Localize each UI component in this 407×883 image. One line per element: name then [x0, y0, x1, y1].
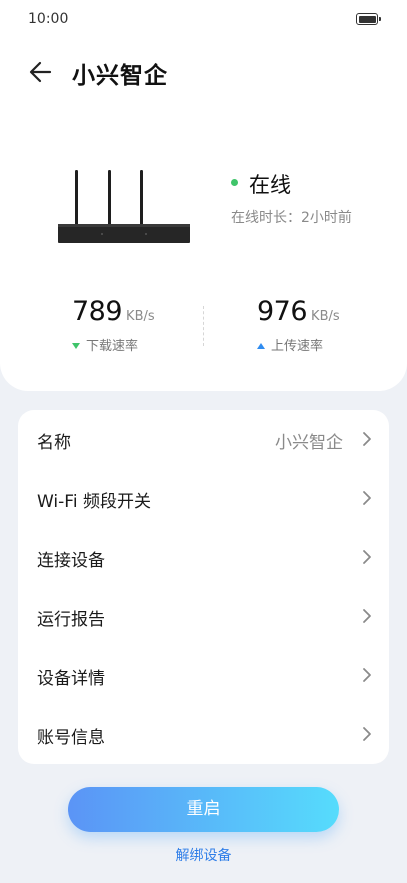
status-bar: 10:00: [0, 0, 407, 40]
menu-item-label: 名称: [37, 433, 71, 453]
router-icon: [58, 170, 190, 243]
menu-item-label: 设备详情: [37, 669, 105, 689]
menu-item-run-report[interactable]: 运行报告: [18, 587, 389, 646]
back-button[interactable]: [24, 58, 58, 86]
menu-item-label: 账号信息: [37, 728, 105, 748]
menu-item-value: 小兴智企: [275, 433, 343, 453]
arrow-left-icon: [29, 61, 52, 83]
chevron-right-icon: [363, 727, 371, 741]
download-speed-value: 789: [72, 296, 123, 327]
download-speed-label-wrap: 下载速率: [72, 335, 138, 354]
download-speed-label: 下载速率: [86, 339, 139, 354]
menu-item-wifi-band[interactable]: Wi-Fi 频段开关: [18, 469, 389, 528]
online-duration: 在线时长：2小时前: [231, 210, 352, 226]
menu-item-account-info[interactable]: 账号信息: [18, 705, 389, 764]
battery-full-icon: [356, 13, 381, 25]
restart-button[interactable]: 重启: [68, 787, 339, 832]
menu-item-device-details[interactable]: 设备详情: [18, 646, 389, 705]
upload-speed-value: 976: [257, 296, 308, 327]
unbind-device-link[interactable]: 解绑设备: [0, 845, 407, 865]
upload-speed-label: 上传速率: [271, 339, 324, 354]
menu-item-connected-devices[interactable]: 连接设备: [18, 528, 389, 587]
menu-item-label: 连接设备: [37, 551, 105, 571]
menu-item-label: Wi-Fi 频段开关: [37, 492, 151, 512]
download-arrow-icon: [72, 342, 80, 349]
chevron-right-icon: [363, 550, 371, 564]
device-status: 在线: [249, 173, 291, 197]
chevron-right-icon: [363, 491, 371, 505]
upload-arrow-icon: [257, 342, 265, 349]
upload-speed-label-wrap: 上传速率: [257, 335, 323, 354]
menu-item-label: 运行报告: [37, 610, 105, 630]
upload-speed: 976 KB/s: [257, 296, 340, 327]
download-speed: 789 KB/s: [72, 296, 155, 327]
page-header: 小兴智企: [0, 50, 407, 94]
chevron-right-icon: [363, 609, 371, 623]
settings-menu: 名称 小兴智企 Wi-Fi 频段开关 连接设备 运行报告 设备详情 账号信息: [18, 410, 389, 764]
download-speed-unit: KB/s: [126, 309, 155, 324]
chevron-right-icon: [363, 432, 371, 446]
speed-divider: [203, 306, 204, 346]
upload-speed-unit: KB/s: [311, 309, 340, 324]
chevron-right-icon: [363, 668, 371, 682]
menu-item-name[interactable]: 名称 小兴智企: [18, 410, 389, 469]
page-title: 小兴智企: [72, 63, 168, 89]
status-time: 10:00: [28, 11, 69, 27]
online-status-dot: [231, 179, 238, 186]
